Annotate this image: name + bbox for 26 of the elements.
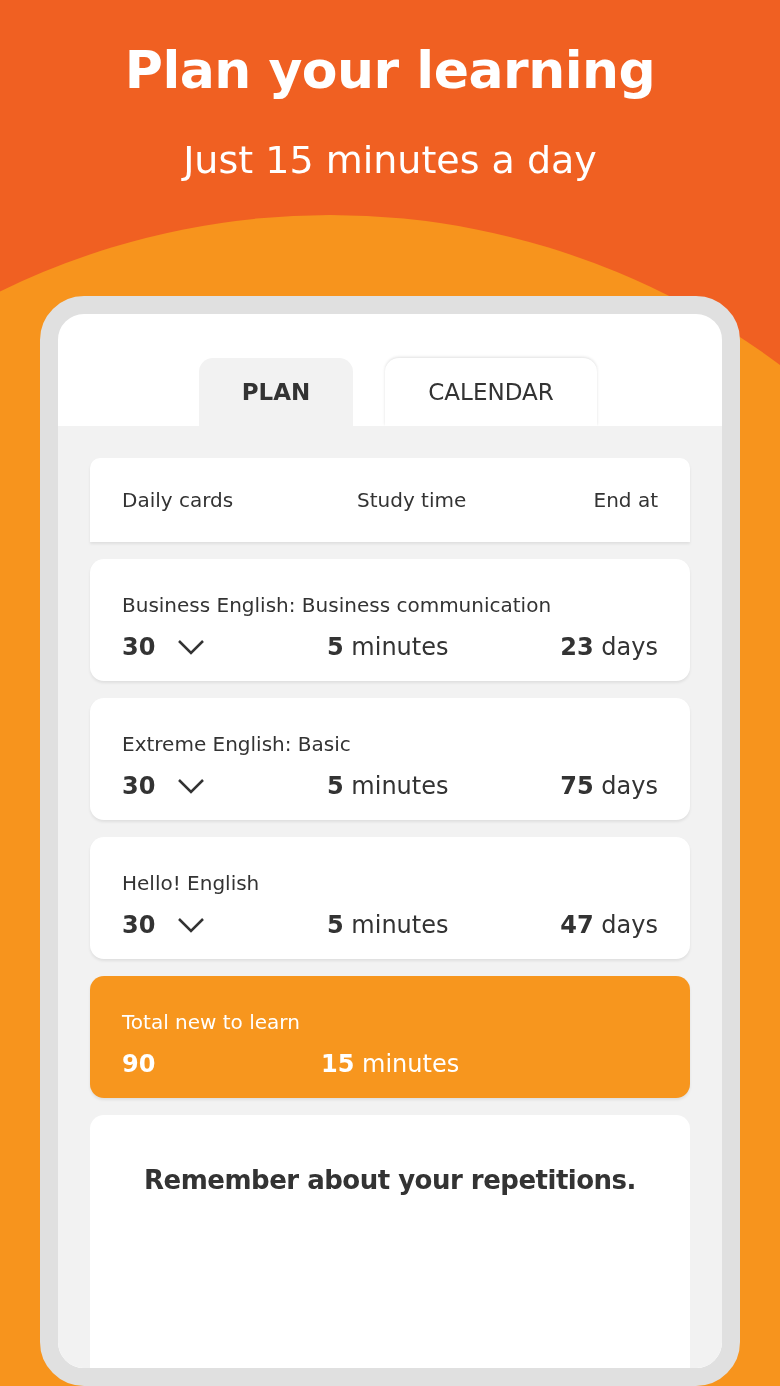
course-name: Extreme English: Basic: [122, 732, 352, 756]
column-label: Daily cards: [122, 488, 235, 512]
chevron-down-icon: [177, 917, 206, 933]
course-name: Hello! English: [122, 871, 261, 895]
value-text: 75 days: [560, 772, 658, 800]
headline: Plan your learning: [124, 40, 656, 100]
value-text: 15 minutes: [321, 1050, 461, 1078]
daily-cards-dropdown[interactable]: 30: [122, 633, 206, 661]
total-label: Total new to learn: [122, 1010, 301, 1034]
value-text: 5 minutes: [327, 633, 450, 661]
value-text: 23 days: [560, 633, 658, 661]
daily-cards-dropdown[interactable]: 30: [122, 772, 206, 800]
tab[interactable]: CALENDAR: [385, 358, 597, 426]
value-text: 90: [122, 1050, 157, 1078]
subheadline: Just 15 minutes a day: [183, 138, 597, 182]
chevron-down-icon: [177, 778, 206, 794]
value-text: 5 minutes: [327, 772, 450, 800]
reminder-title: Remember about your repetitions.: [143, 1165, 637, 1195]
column-label: End at: [593, 488, 658, 512]
daily-cards-dropdown[interactable]: 30: [122, 911, 206, 939]
column-label: Study time: [357, 488, 468, 512]
tab[interactable]: PLAN: [199, 358, 353, 426]
value-text: 47 days: [560, 911, 658, 939]
value-text: 5 minutes: [327, 911, 450, 939]
chevron-down-icon: [177, 639, 206, 655]
course-name: Business English: Business communication: [122, 593, 553, 617]
